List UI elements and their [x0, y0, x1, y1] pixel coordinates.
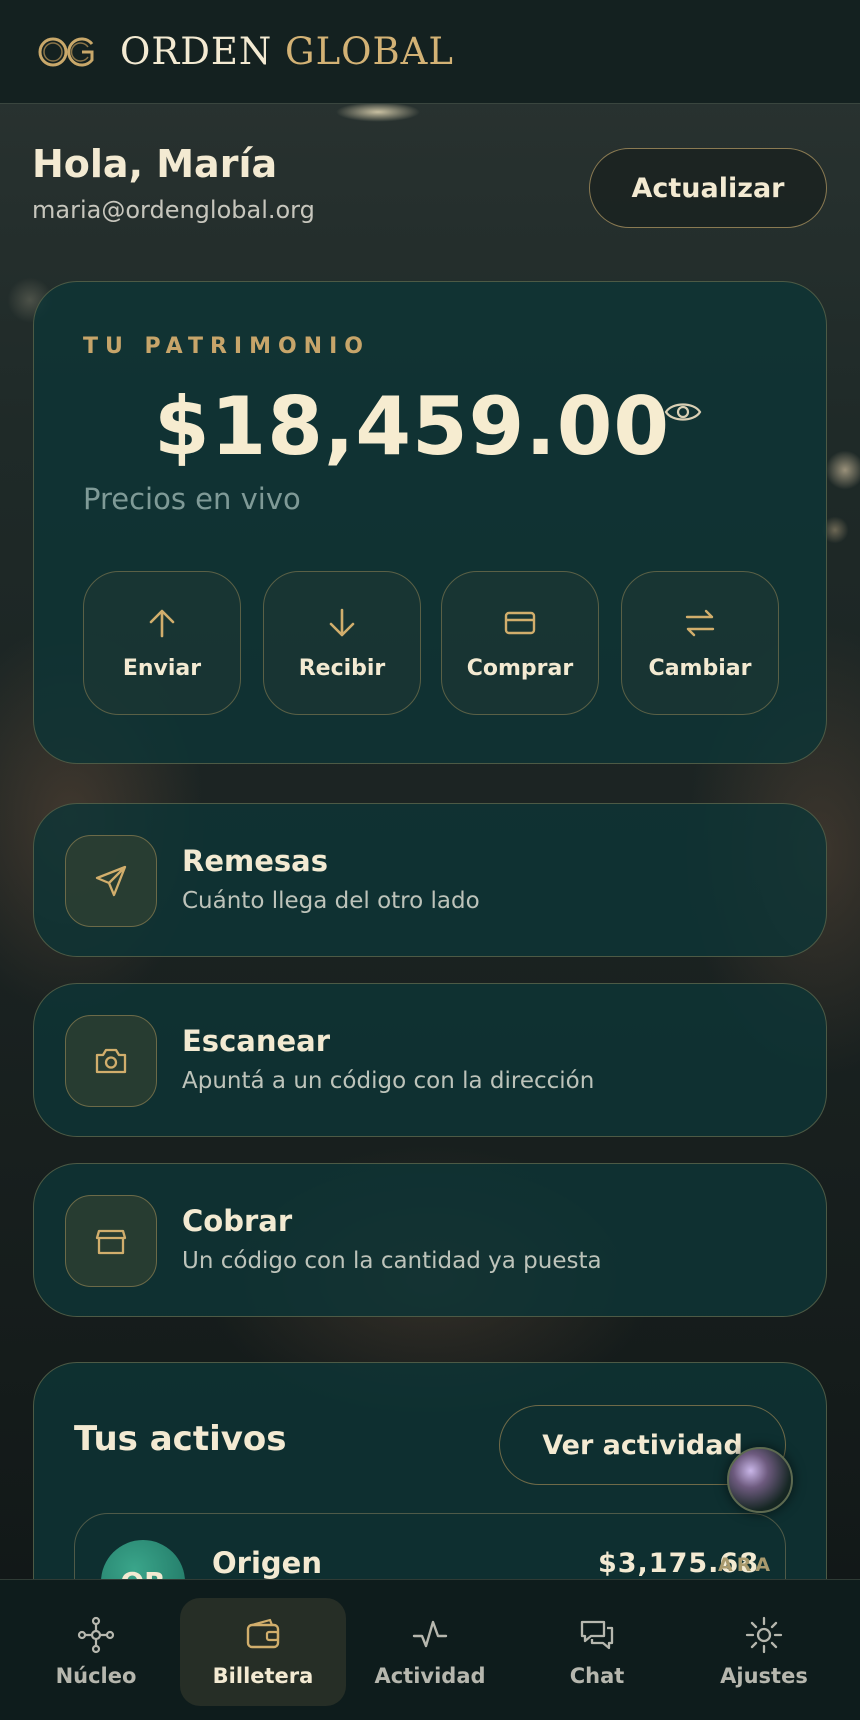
- og-logo-icon: [38, 37, 94, 66]
- send-label: Enviar: [122, 655, 202, 681]
- nav-label-chat: Chat: [569, 1664, 625, 1688]
- brand-name: ORDEN GLOBAL: [120, 30, 454, 73]
- swap-icon: [685, 609, 715, 636]
- nav-item-ajustes[interactable]: Ajustes: [681, 1598, 847, 1706]
- scan-card[interactable]: Escanear Apuntá a un código con la direc…: [33, 983, 827, 1137]
- greeting: Hola, María maria@ordenglobal.org: [32, 142, 315, 224]
- sun-gear-icon: [745, 1616, 783, 1654]
- balance-card: TU PATRIMONIO $18,459.00 Precios en vivo…: [33, 281, 827, 764]
- asset-name: Origen: [212, 1546, 322, 1580]
- arrow-down-icon: [329, 608, 355, 636]
- scan-title: Escanear: [182, 1024, 331, 1058]
- nav-label-nucleo: Núcleo: [55, 1664, 137, 1688]
- swap-label: Cambiar: [648, 655, 752, 681]
- greeting-title: Hola, María: [32, 142, 278, 186]
- brand-second-word: GLOBAL: [285, 30, 454, 73]
- nav-item-chat[interactable]: Chat: [514, 1598, 680, 1706]
- remittances-card[interactable]: Remesas Cuánto llega del otro lado: [33, 803, 827, 957]
- collect-subtitle: Un código con la cantidad ya puesta: [182, 1248, 602, 1274]
- app-header: ORDEN GLOBAL: [0, 0, 860, 104]
- buy-label: Comprar: [466, 655, 574, 681]
- nav-label-actividad: Actividad: [374, 1664, 486, 1688]
- collect-card[interactable]: Cobrar Un código con la cantidad ya pues…: [33, 1163, 827, 1317]
- live-prices-label: Precios en vivo: [83, 482, 301, 516]
- assets-title: Tus activos: [74, 1419, 287, 1459]
- assistant-orb-button[interactable]: [727, 1447, 793, 1513]
- archive-box-icon: [95, 1229, 127, 1255]
- receive-button[interactable]: Recibir: [263, 571, 421, 715]
- nav-label-billetera: Billetera: [212, 1664, 314, 1688]
- scan-subtitle: Apuntá a un código con la dirección: [182, 1068, 595, 1094]
- send-button[interactable]: Enviar: [83, 571, 241, 715]
- chat-bubbles-icon: [580, 1620, 614, 1650]
- remittances-subtitle: Cuánto llega del otro lado: [182, 888, 480, 914]
- nav-label-ajustes: Ajustes: [720, 1664, 808, 1688]
- collect-icon-box: [65, 1195, 157, 1287]
- network-icon: [77, 1616, 115, 1654]
- refresh-button[interactable]: Actualizar: [589, 148, 827, 228]
- brand-first-word: ORDEN: [120, 30, 273, 73]
- arrow-up-icon: [149, 609, 175, 637]
- scan-icon-box: [65, 1015, 157, 1107]
- nav-item-actividad[interactable]: Actividad: [347, 1598, 513, 1706]
- remittances-title: Remesas: [182, 844, 328, 878]
- paper-plane-icon: [95, 865, 127, 897]
- pulse-icon: [412, 1620, 448, 1648]
- remittances-icon-box: [65, 835, 157, 927]
- collect-title: Cobrar: [182, 1204, 293, 1238]
- nav-item-nucleo[interactable]: Núcleo: [13, 1598, 179, 1706]
- balance-eyebrow: TU PATRIMONIO: [83, 334, 370, 359]
- camera-icon: [95, 1048, 127, 1074]
- assistant-caption: ARA: [718, 1554, 775, 1576]
- balance-amount: $18,459.00: [153, 380, 671, 473]
- swap-button[interactable]: Cambiar: [621, 571, 779, 715]
- bottom-nav: Núcleo Billetera Actividad Chat Ajustes: [0, 1579, 860, 1720]
- credit-card-icon: [504, 611, 536, 634]
- receive-label: Recibir: [298, 655, 386, 681]
- eye-icon[interactable]: [664, 397, 702, 427]
- wallet-icon: [246, 1618, 280, 1649]
- user-email: maria@ordenglobal.org: [32, 196, 315, 224]
- buy-button[interactable]: Comprar: [441, 571, 599, 715]
- nav-item-billetera[interactable]: Billetera: [180, 1598, 346, 1706]
